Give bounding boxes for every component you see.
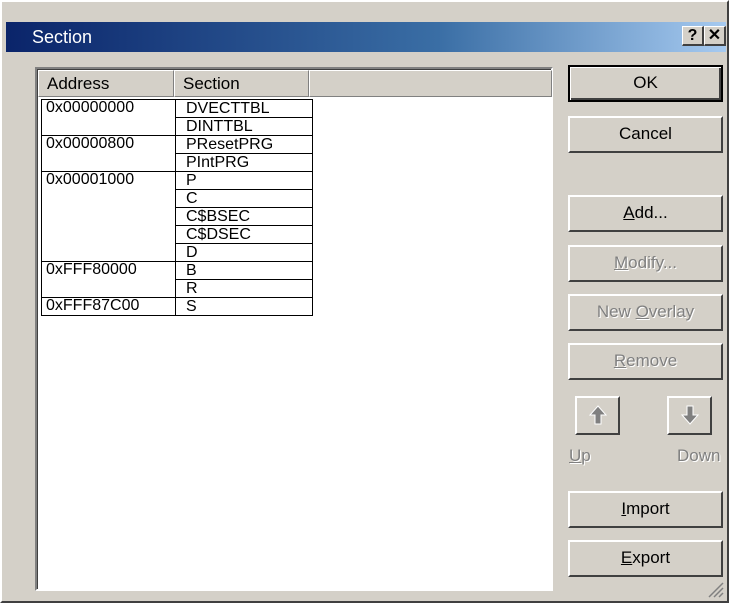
export-button[interactable]: Export (568, 540, 723, 577)
new-overlay-button[interactable]: New Overlay (568, 294, 723, 331)
section-cell[interactable]: R (175, 279, 313, 298)
add-mnemonic: A (623, 203, 635, 222)
table-row[interactable]: 0x00001000 P (41, 171, 313, 262)
section-cell[interactable]: PResetPRG (175, 135, 313, 154)
section-cell[interactable]: PIntPRG (175, 153, 313, 172)
up-rest: p (581, 446, 591, 465)
add-label: dd... (634, 203, 668, 222)
down-arrow-icon (680, 405, 699, 425)
modify-mnemonic: M (614, 253, 629, 272)
cancel-button[interactable]: Cancel (568, 116, 723, 153)
section-dialog: Section ? ✕ Address Section 0x00000000 DV… (0, 0, 729, 603)
remove-mnemonic: R (613, 351, 627, 370)
column-header-filler (309, 70, 552, 97)
new-overlay-mnemonic: O (635, 302, 649, 321)
modify-label: odify... (628, 253, 677, 272)
add-button[interactable]: Add... (568, 195, 723, 232)
table-row[interactable]: 0x00000000 DVECTTBL (41, 99, 313, 136)
modify-button[interactable]: Modify... (568, 245, 723, 282)
new-overlay-label: verlay (648, 302, 695, 321)
section-cell[interactable]: DVECTTBL (175, 99, 313, 118)
new-overlay-prefix: New (596, 302, 636, 321)
title-bar[interactable]: Section ? ✕ (6, 22, 726, 52)
section-cell[interactable]: C$DSEC (175, 225, 313, 244)
table-row[interactable]: 0x00000800 PResetPRG (41, 135, 313, 172)
move-down-button[interactable] (667, 396, 712, 435)
move-up-button[interactable] (575, 396, 620, 435)
section-cell[interactable]: C (175, 189, 313, 208)
up-label: Up (569, 446, 591, 466)
address-cell[interactable]: 0x00001000 (41, 171, 176, 262)
remove-button[interactable]: Remove (568, 343, 723, 380)
up-arrow-icon (588, 405, 607, 425)
section-cell[interactable]: C$BSEC (175, 207, 313, 226)
export-mnemonic: E (620, 548, 633, 567)
help-button[interactable]: ? (682, 26, 704, 46)
address-cell[interactable]: 0x00000800 (41, 135, 176, 172)
import-button[interactable]: Import (568, 491, 723, 528)
section-cell[interactable]: P (175, 171, 313, 190)
import-label: mport (626, 499, 670, 518)
export-label: xport (632, 548, 671, 567)
section-table: 0x00000000 DVECTTBL DINTTBL 0x00000800 PRese… (41, 99, 313, 316)
address-cell[interactable]: 0x00000000 (41, 99, 176, 136)
up-mnemonic: U (569, 446, 582, 465)
column-header-section[interactable]: Section (174, 70, 309, 97)
cancel-label: Cancel (619, 124, 672, 143)
address-cell[interactable]: 0xFFF87C00 (41, 297, 176, 316)
window-title: Section (32, 27, 93, 47)
address-cell[interactable]: 0xFFF80000 (41, 261, 176, 298)
section-cell[interactable]: S (175, 297, 313, 316)
ok-button[interactable]: OK (568, 65, 723, 102)
remove-label: emove (626, 351, 678, 370)
section-cell[interactable]: B (175, 261, 313, 280)
close-button[interactable]: ✕ (704, 26, 726, 46)
size-grip-icon[interactable] (706, 580, 724, 598)
ok-label: OK (633, 73, 658, 92)
table-row[interactable]: 0xFFF80000 B (41, 261, 313, 298)
list-frame: Address Section 0x00000000 DVECTTBL DINTTB… (37, 69, 552, 589)
down-label: Down (677, 446, 721, 465)
section-list[interactable]: Address Section 0x00000000 DVECTTBL DINTTB… (35, 67, 553, 591)
section-cell[interactable]: DINTTBL (175, 117, 313, 136)
section-cell[interactable]: D (175, 243, 313, 262)
table-row[interactable]: 0xFFF87C00 S (41, 297, 313, 316)
column-header-address[interactable]: Address (38, 70, 174, 97)
